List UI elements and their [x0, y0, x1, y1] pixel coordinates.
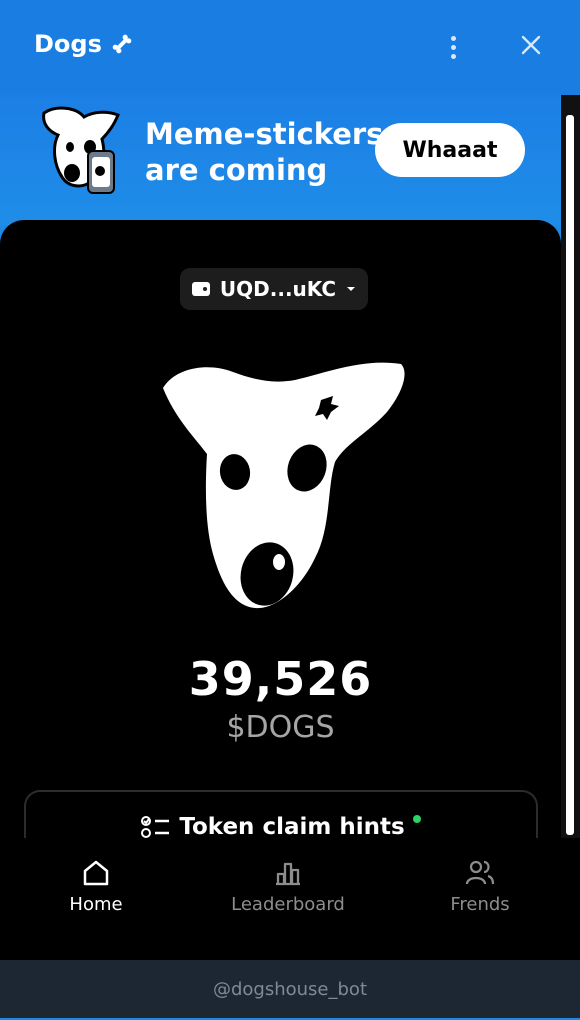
leaderboard-icon	[276, 862, 300, 886]
home-icon	[83, 860, 109, 886]
dog-with-phone-illustration	[42, 106, 120, 194]
token-claim-hints-label: Token claim hints	[179, 814, 405, 840]
more-options-icon[interactable]	[440, 30, 466, 64]
close-icon[interactable]	[517, 31, 545, 59]
banner-headline: Meme-stickers are coming	[145, 116, 383, 188]
balance-amount: 39,526	[188, 652, 373, 706]
balance-ticker: $DOGS	[226, 710, 335, 745]
nav-label-leaderboard: Leaderboard	[231, 894, 345, 915]
bot-handle: @dogshouse_bot	[212, 979, 368, 1000]
app-title: Dogs	[34, 30, 102, 58]
chevron-down-icon	[347, 287, 356, 291]
nav-item-leaderboard[interactable]: Leaderboard	[193, 858, 383, 928]
wallet-selector[interactable]: UQD...uKC	[180, 268, 368, 310]
bottom-nav: Home Leaderboard Frends	[0, 838, 580, 960]
checklist-icon	[141, 816, 170, 838]
nav-label-friends: Frends	[450, 894, 510, 915]
wallet-address: UQD...uKC	[219, 277, 337, 301]
whaaat-button[interactable]: Whaaat	[375, 123, 525, 177]
bot-handle-footer: @dogshouse_bot	[0, 960, 580, 1018]
nav-item-friends[interactable]: Frends	[385, 858, 575, 928]
promo-banner: Meme-stickers are coming Whaaat	[0, 95, 560, 225]
banner-line-1: Meme-stickers	[145, 117, 384, 151]
scrollbar-thumb[interactable]	[566, 115, 574, 835]
token-claim-hints-row[interactable]: Token claim hints	[26, 814, 536, 840]
banner-line-2: are coming	[145, 153, 328, 187]
nav-item-home[interactable]: Home	[1, 858, 191, 928]
notification-dot	[412, 815, 421, 823]
scrollbar[interactable]	[561, 95, 580, 840]
token-claim-hints-card[interactable]: Token claim hints	[24, 790, 538, 840]
bone-icon	[112, 34, 132, 54]
dog-logo	[163, 362, 405, 609]
app-title-group: Dogs	[34, 30, 134, 58]
main-panel: UQD...uKC 39,526 $DOGS Token claim hints	[0, 220, 561, 840]
nav-label-home: Home	[69, 894, 123, 915]
wallet-icon	[191, 282, 210, 296]
header-bar: Dogs	[0, 0, 580, 95]
friends-icon	[465, 860, 495, 885]
